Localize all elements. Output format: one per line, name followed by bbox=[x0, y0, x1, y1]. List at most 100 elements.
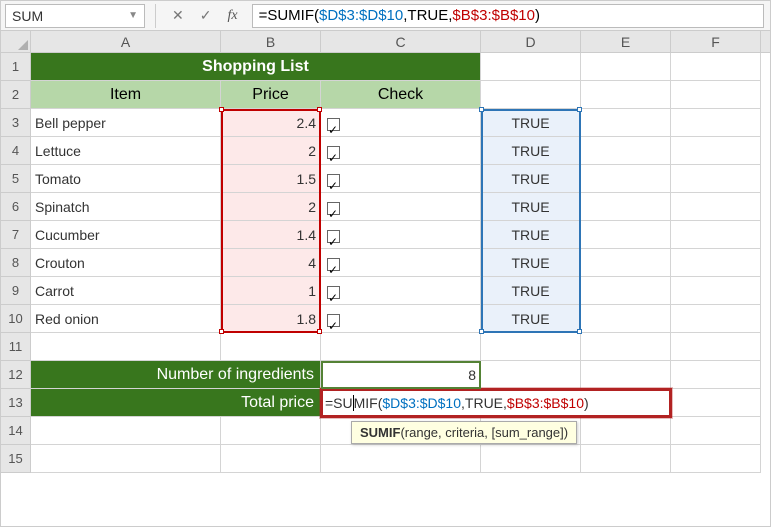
cell[interactable] bbox=[321, 445, 481, 473]
cell[interactable] bbox=[671, 221, 761, 249]
row-header[interactable]: 4 bbox=[1, 137, 31, 165]
truth-cell[interactable]: TRUE bbox=[481, 109, 581, 137]
cell[interactable] bbox=[221, 333, 321, 361]
cell[interactable] bbox=[671, 165, 761, 193]
item-name-cell[interactable]: Bell pepper bbox=[31, 109, 221, 137]
cancel-icon[interactable]: ✕ bbox=[172, 7, 184, 24]
price-cell[interactable]: 2 bbox=[221, 193, 321, 221]
price-cell[interactable]: 1.5 bbox=[221, 165, 321, 193]
cell[interactable] bbox=[581, 305, 671, 333]
price-cell[interactable]: 1.8 bbox=[221, 305, 321, 333]
spreadsheet-grid[interactable]: A B C D E F 1 Shopping List 2 Item Price… bbox=[1, 31, 770, 473]
item-name-cell[interactable]: Red onion bbox=[31, 305, 221, 333]
cell[interactable] bbox=[481, 445, 581, 473]
cell[interactable] bbox=[581, 193, 671, 221]
cell[interactable] bbox=[221, 445, 321, 473]
enter-icon[interactable]: ✓ bbox=[200, 7, 212, 24]
row-header[interactable]: 11 bbox=[1, 333, 31, 361]
cell[interactable] bbox=[481, 81, 581, 109]
cell[interactable] bbox=[581, 249, 671, 277]
cell[interactable] bbox=[481, 361, 581, 389]
col-header-C[interactable]: C bbox=[321, 31, 481, 52]
checkbox-icon[interactable] bbox=[327, 146, 340, 159]
cell[interactable] bbox=[581, 165, 671, 193]
cell[interactable] bbox=[581, 221, 671, 249]
price-cell[interactable]: 1 bbox=[221, 277, 321, 305]
col-header-A[interactable]: A bbox=[31, 31, 221, 52]
header-check[interactable]: Check bbox=[321, 81, 481, 109]
cell[interactable] bbox=[671, 305, 761, 333]
check-cell[interactable] bbox=[321, 305, 481, 333]
item-name-cell[interactable]: Carrot bbox=[31, 277, 221, 305]
cell[interactable] bbox=[671, 445, 761, 473]
truth-cell[interactable]: TRUE bbox=[481, 277, 581, 305]
checkbox-icon[interactable] bbox=[327, 118, 340, 131]
range-handle-icon[interactable] bbox=[219, 107, 224, 112]
total-price-cell[interactable]: =SUMIF($D$3:$D$10,TRUE,$B$3:$B$10) bbox=[321, 389, 671, 417]
active-cell-editor[interactable]: =SUMIF($D$3:$D$10,TRUE,$B$3:$B$10) bbox=[321, 389, 670, 416]
header-item[interactable]: Item bbox=[31, 81, 221, 109]
cell[interactable] bbox=[581, 81, 671, 109]
cell[interactable] bbox=[581, 417, 671, 445]
cell[interactable] bbox=[321, 333, 481, 361]
range-handle-icon[interactable] bbox=[479, 329, 484, 334]
truth-cell[interactable]: TRUE bbox=[481, 193, 581, 221]
col-header-D[interactable]: D bbox=[481, 31, 581, 52]
price-cell[interactable]: 2.4 bbox=[221, 109, 321, 137]
checkbox-icon[interactable] bbox=[327, 258, 340, 271]
cell[interactable] bbox=[31, 417, 221, 445]
check-cell[interactable] bbox=[321, 277, 481, 305]
row-header[interactable]: 7 bbox=[1, 221, 31, 249]
row-header[interactable]: 2 bbox=[1, 81, 31, 109]
item-name-cell[interactable]: Lettuce bbox=[31, 137, 221, 165]
cell[interactable] bbox=[581, 277, 671, 305]
truth-cell[interactable]: TRUE bbox=[481, 165, 581, 193]
title-cell[interactable]: Shopping List bbox=[31, 53, 481, 81]
cell[interactable] bbox=[481, 53, 581, 81]
row-header[interactable]: 5 bbox=[1, 165, 31, 193]
price-cell[interactable]: 2 bbox=[221, 137, 321, 165]
cell[interactable] bbox=[581, 109, 671, 137]
row-header[interactable]: 14 bbox=[1, 417, 31, 445]
check-cell[interactable] bbox=[321, 137, 481, 165]
col-header-F[interactable]: F bbox=[671, 31, 761, 52]
cell[interactable] bbox=[31, 333, 221, 361]
row-header[interactable]: 3 bbox=[1, 109, 31, 137]
name-box[interactable]: SUM ▼ bbox=[5, 4, 145, 28]
checkbox-icon[interactable] bbox=[327, 314, 340, 327]
cell[interactable] bbox=[671, 389, 761, 417]
cell[interactable] bbox=[671, 277, 761, 305]
row-header[interactable]: 1 bbox=[1, 53, 31, 81]
cell[interactable] bbox=[581, 137, 671, 165]
checkbox-icon[interactable] bbox=[327, 286, 340, 299]
range-handle-icon[interactable] bbox=[479, 107, 484, 112]
cell[interactable] bbox=[671, 417, 761, 445]
num-ingredients-label[interactable]: Number of ingredients bbox=[31, 361, 321, 389]
cell[interactable] bbox=[671, 137, 761, 165]
num-ingredients-value[interactable]: 8 bbox=[321, 361, 481, 389]
row-header[interactable]: 9 bbox=[1, 277, 31, 305]
cell[interactable] bbox=[671, 361, 761, 389]
checkbox-icon[interactable] bbox=[327, 230, 340, 243]
cell[interactable] bbox=[221, 417, 321, 445]
select-all-corner[interactable] bbox=[1, 31, 31, 52]
row-header[interactable]: 8 bbox=[1, 249, 31, 277]
col-header-B[interactable]: B bbox=[221, 31, 321, 52]
check-cell[interactable] bbox=[321, 109, 481, 137]
cell[interactable] bbox=[581, 445, 671, 473]
cell[interactable] bbox=[31, 445, 221, 473]
cell[interactable] bbox=[671, 109, 761, 137]
chevron-down-icon[interactable]: ▼ bbox=[128, 10, 138, 21]
truth-cell[interactable]: TRUE bbox=[481, 137, 581, 165]
cell[interactable] bbox=[671, 53, 761, 81]
item-name-cell[interactable]: Cucumber bbox=[31, 221, 221, 249]
cell[interactable] bbox=[581, 361, 671, 389]
range-handle-icon[interactable] bbox=[577, 329, 582, 334]
row-header[interactable]: 12 bbox=[1, 361, 31, 389]
row-header[interactable]: 13 bbox=[1, 389, 31, 417]
range-handle-icon[interactable] bbox=[219, 329, 224, 334]
check-cell[interactable] bbox=[321, 165, 481, 193]
item-name-cell[interactable]: Crouton bbox=[31, 249, 221, 277]
col-header-E[interactable]: E bbox=[581, 31, 671, 52]
check-cell[interactable] bbox=[321, 221, 481, 249]
